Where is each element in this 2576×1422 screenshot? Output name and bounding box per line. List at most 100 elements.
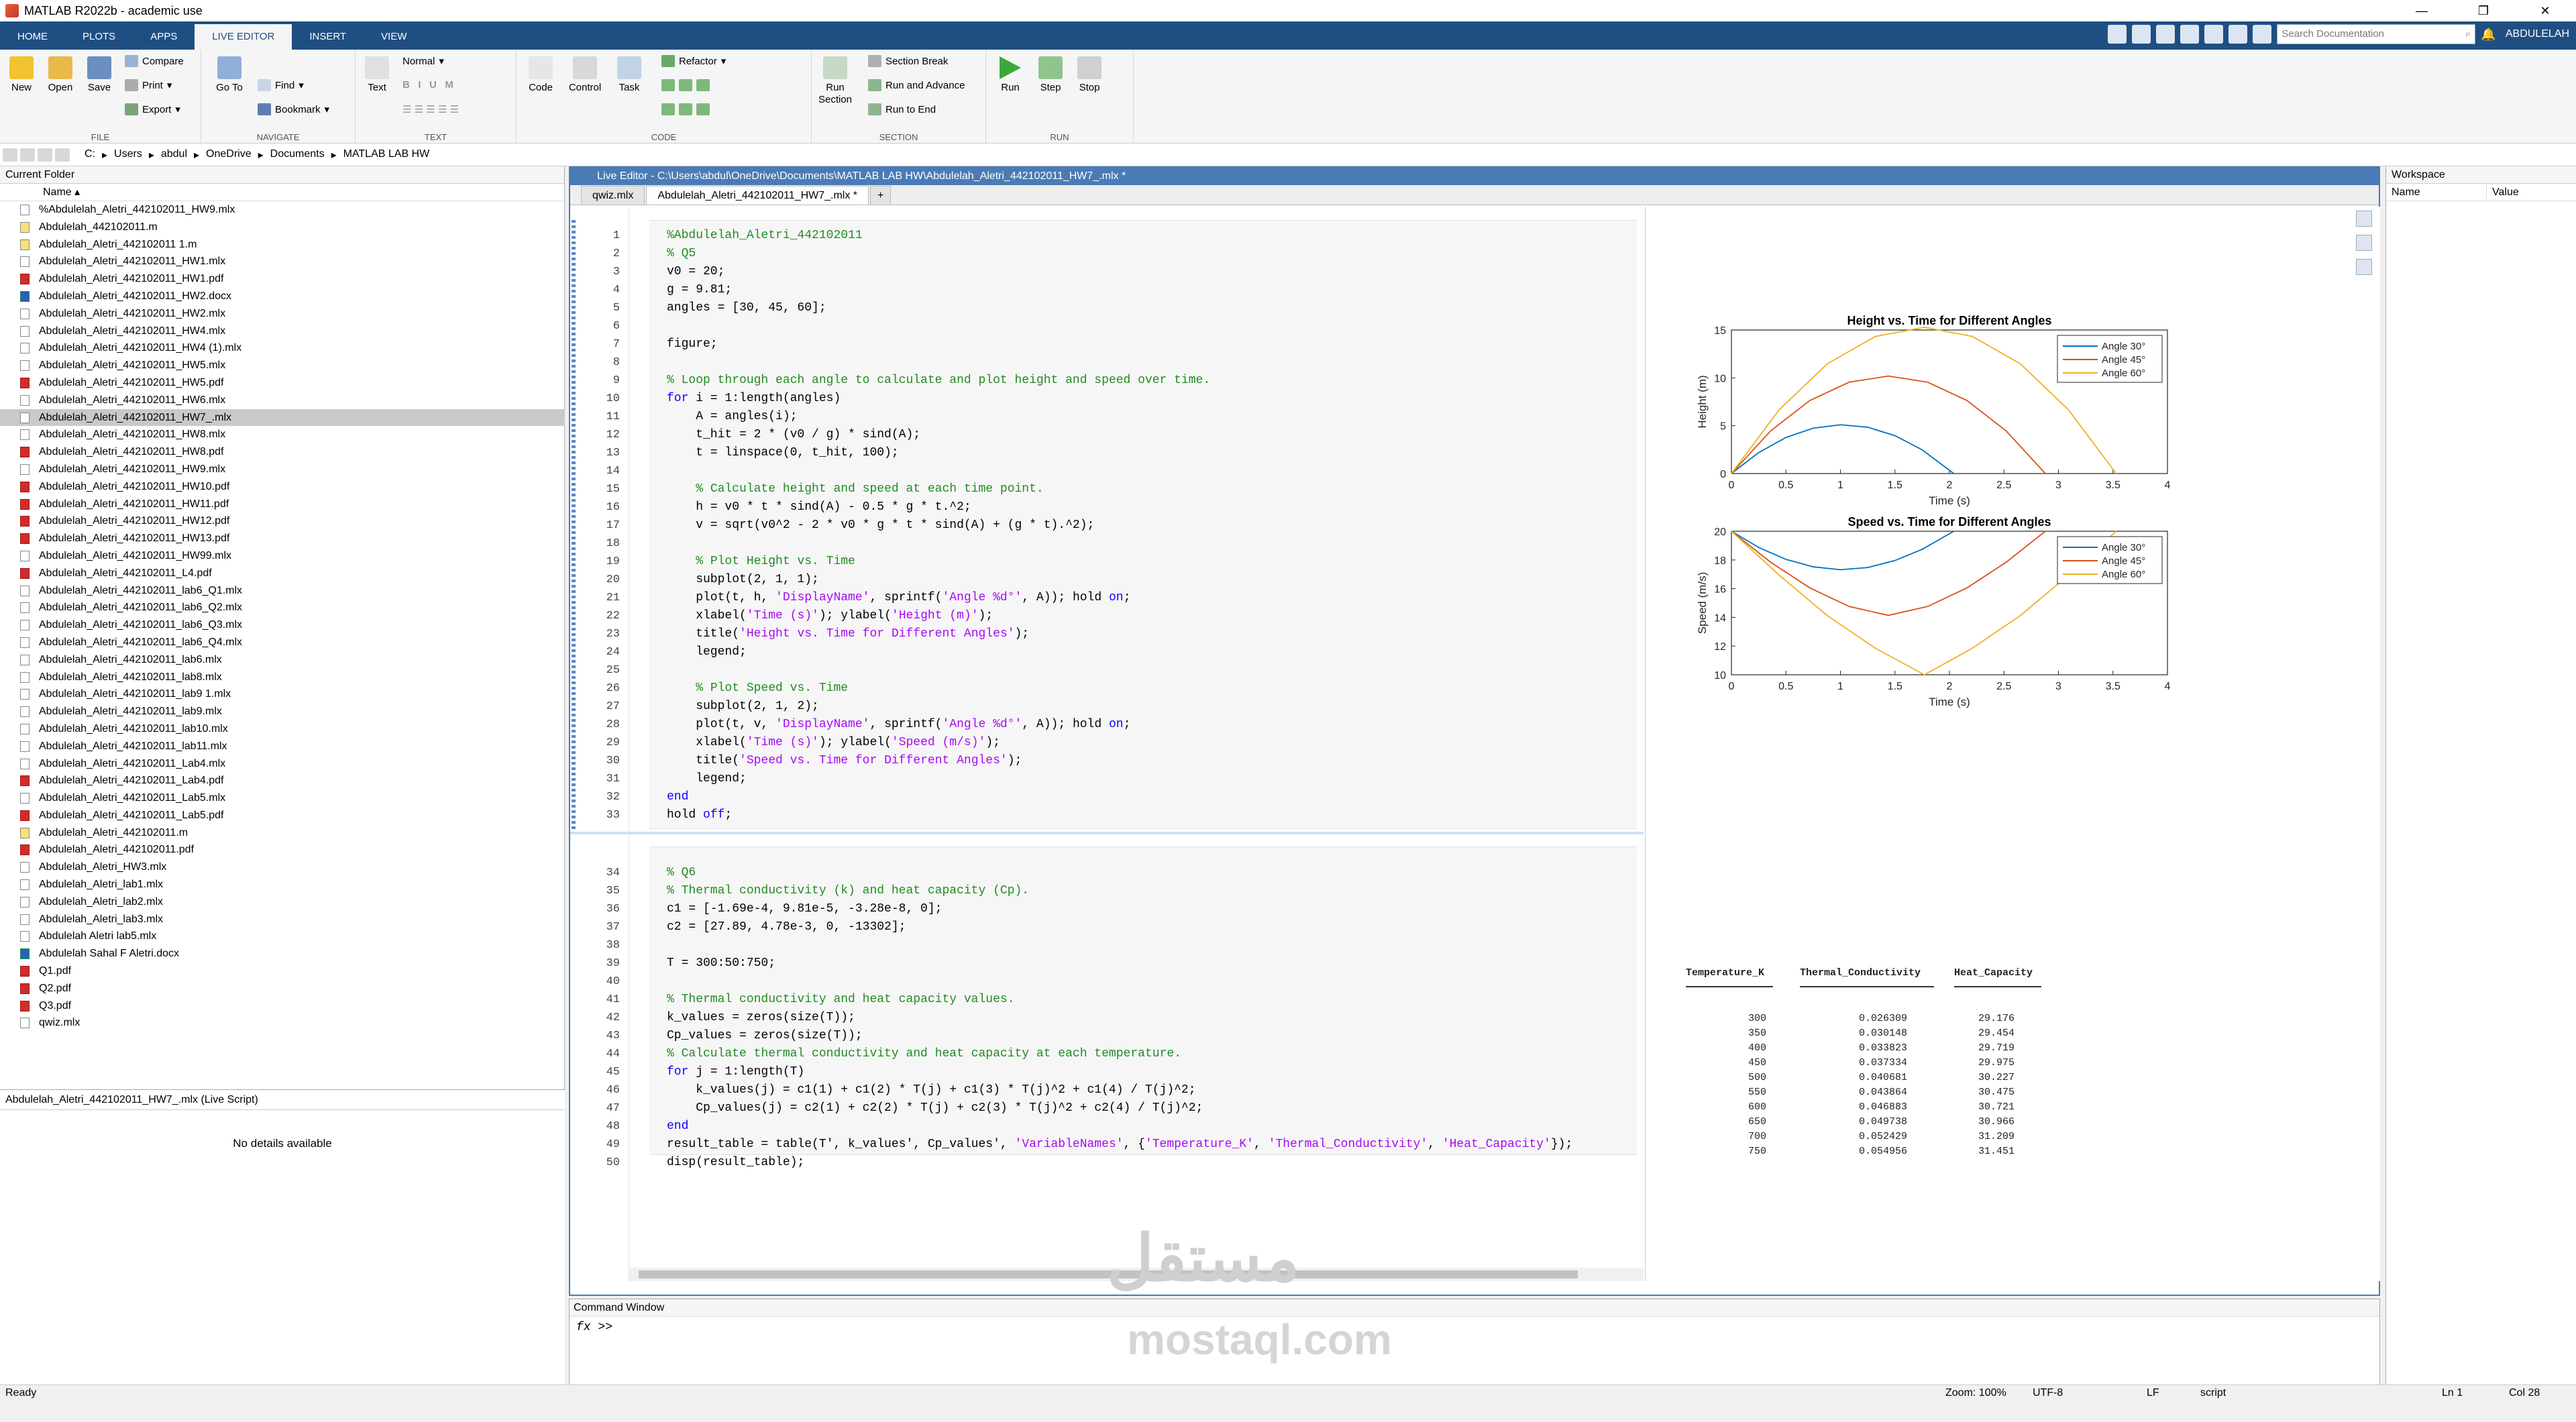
help-icon[interactable] [2253, 25, 2272, 44]
code-line[interactable]: v0 = 20; [667, 263, 724, 281]
list-item[interactable]: Abdulelah_Aletri_442102011_Lab5.mlx [0, 789, 565, 807]
code-line[interactable]: xlabel('Time (s)'); ylabel('Speed (m/s)'… [667, 734, 1000, 752]
user-account[interactable]: ABDULELAH [2506, 28, 2569, 40]
list-item[interactable]: Abdulelah_Aletri_442102011_lab10.mlx [0, 720, 565, 738]
list-item[interactable]: Abdulelah_Aletri_442102011_lab6_Q2.mlx [0, 599, 565, 616]
quick-cut-icon[interactable] [2132, 25, 2151, 44]
breadcrumb-item[interactable]: OneDrive [199, 148, 258, 162]
code-line[interactable]: result_table = table(T', k_values', Cp_v… [667, 1136, 1572, 1154]
up-folder-icon[interactable] [38, 148, 52, 162]
tab-apps[interactable]: APPS [133, 24, 195, 50]
code-line[interactable]: legend; [667, 643, 747, 661]
code-line[interactable]: % Q5 [667, 245, 696, 263]
run-button[interactable]: Run [993, 56, 1028, 94]
save-button[interactable]: Save [82, 56, 117, 94]
code-line[interactable]: A = angles(i); [667, 408, 797, 426]
list-item[interactable]: qwiz.mlx [0, 1014, 565, 1032]
print-button[interactable]: Print ▾ [125, 79, 172, 91]
refactor-button[interactable]: Refactor ▾ [661, 55, 726, 67]
indent-buttons[interactable] [661, 103, 710, 115]
list-item[interactable]: Abdulelah_Aletri_442102011_HW10.pdf [0, 478, 565, 496]
code-line[interactable]: % Q6 [667, 864, 696, 882]
code-line[interactable]: t_hit = 2 * (v0 / g) * sind(A); [667, 426, 920, 444]
list-item[interactable]: Abdulelah_Aletri_442102011_lab9.mlx [0, 703, 565, 720]
code-line[interactable]: % Thermal conductivity and heat capacity… [667, 991, 1014, 1009]
list-item[interactable]: Abdulelah Sahal F Aletri.docx [0, 945, 565, 963]
code-line[interactable]: %Abdulelah_Aletri_442102011 [667, 227, 863, 245]
breadcrumb-item[interactable]: Documents [264, 148, 331, 162]
list-item[interactable]: Abdulelah_Aletri_442102011 1.m [0, 236, 565, 254]
name-column-header[interactable]: Name [2386, 184, 2487, 201]
list-item[interactable]: Abdulelah_Aletri_442102011_HW1.pdf [0, 270, 565, 288]
code-line[interactable]: % Calculate thermal conductivity and hea… [667, 1045, 1181, 1063]
back-arrow-icon[interactable] [3, 148, 17, 162]
list-item[interactable]: Abdulelah_Aletri_442102011_HW4.mlx [0, 323, 565, 340]
list-item[interactable]: Abdulelah_Aletri_lab1.mlx [0, 876, 565, 893]
list-item[interactable]: Abdulelah_Aletri_lab2.mlx [0, 893, 565, 911]
code-line[interactable]: T = 300:50:750; [667, 954, 775, 973]
figure-output[interactable]: Height vs. Time for Different Angles Time… [1646, 207, 2381, 743]
minimize-button[interactable]: — [2391, 0, 2453, 21]
section-break-button[interactable]: Section Break [868, 55, 948, 67]
control-button[interactable]: Control [564, 56, 606, 94]
list-item[interactable]: Abdulelah_Aletri_442102011.m [0, 824, 565, 842]
code-line[interactable]: legend; [667, 770, 747, 788]
code-line[interactable]: angles = [30, 45, 60]; [667, 299, 826, 317]
step-button[interactable]: Step [1033, 56, 1068, 94]
quick-redo-icon[interactable] [2229, 25, 2248, 44]
run-section-button[interactable]: Run Section [814, 56, 856, 106]
output-inline-icon[interactable] [2356, 235, 2372, 251]
list-item[interactable]: Abdulelah_Aletri_442102011_lab6.mlx [0, 651, 565, 669]
list-item[interactable]: Abdulelah_Aletri_442102011_HW2.mlx [0, 305, 565, 323]
list-item[interactable]: Abdulelah_Aletri_442102011_HW9.mlx [0, 461, 565, 478]
tab-plots[interactable]: PLOTS [65, 24, 133, 50]
code-line[interactable]: title('Speed vs. Time for Different Angl… [667, 752, 1022, 770]
code-line[interactable]: for i = 1:length(angles) [667, 390, 841, 408]
bookmark-button[interactable]: Bookmark ▾ [258, 103, 329, 115]
goto-button[interactable]: Go To [212, 56, 247, 94]
list-item[interactable]: Abdulelah_Aletri_442102011_Lab4.pdf [0, 772, 565, 789]
breadcrumb-item[interactable]: abdul [154, 148, 194, 162]
code-line[interactable]: % Plot Height vs. Time [667, 553, 855, 571]
list-item[interactable]: Q1.pdf [0, 963, 565, 980]
list-item[interactable]: Abdulelah_Aletri_442102011_lab6_Q3.mlx [0, 616, 565, 634]
new-tab-button[interactable]: + [870, 186, 892, 205]
compare-button[interactable]: Compare [125, 55, 184, 67]
quick-save-icon[interactable] [2108, 25, 2127, 44]
find-button[interactable]: Find ▾ [258, 79, 304, 91]
list-item[interactable]: Abdulelah_Aletri_442102011_HW6.mlx [0, 392, 565, 409]
list-item[interactable]: Abdulelah_Aletri_442102011.pdf [0, 841, 565, 859]
breadcrumb-item[interactable]: C: [78, 148, 102, 162]
code-line[interactable]: figure; [667, 335, 718, 353]
export-button[interactable]: Export ▾ [125, 103, 180, 115]
forward-arrow-icon[interactable] [20, 148, 35, 162]
list-item[interactable]: Abdulelah_Aletri_HW3.mlx [0, 859, 565, 876]
output-right-icon[interactable] [2356, 211, 2372, 227]
list-item[interactable]: Abdulelah_Aletri_442102011_HW11.pdf [0, 496, 565, 513]
open-button[interactable]: Open [43, 56, 78, 94]
run-to-end-button[interactable]: Run to End [868, 103, 936, 115]
stop-button[interactable]: Stop [1072, 56, 1107, 94]
code-line[interactable]: t = linspace(0, t_hit, 100); [667, 444, 898, 462]
code-line[interactable]: % Loop through each angle to calculate a… [667, 372, 1210, 390]
code-line[interactable]: % Thermal conductivity (k) and heat capa… [667, 882, 1029, 900]
name-column-header[interactable]: Name ▴ [0, 184, 565, 201]
search-documentation-input[interactable]: Search Documentation ⌕ [2277, 24, 2476, 44]
code-line[interactable]: % Plot Speed vs. Time [667, 679, 848, 698]
code-line[interactable]: plot(t, h, 'DisplayName', sprintf('Angle… [667, 589, 1130, 607]
list-item[interactable]: Abdulelah_Aletri_442102011_HW5.pdf [0, 374, 565, 392]
list-item[interactable]: Abdulelah Aletri lab5.mlx [0, 928, 565, 945]
code-line[interactable]: end [667, 1117, 688, 1136]
style-dropdown[interactable]: Normal ▾ [402, 55, 444, 68]
code-line[interactable]: k_values(j) = c1(1) + c1(2) * T(j) + c1(… [667, 1081, 1195, 1099]
quick-copy-icon[interactable] [2156, 25, 2176, 44]
code-line[interactable]: plot(t, v, 'DisplayName', sprintf('Angle… [667, 716, 1130, 734]
new-button[interactable]: New [4, 56, 39, 94]
list-item[interactable]: Abdulelah_Aletri_442102011_HW8.pdf [0, 443, 565, 461]
list-item[interactable]: Abdulelah_Aletri_442102011_HW12.pdf [0, 512, 565, 530]
list-align-buttons[interactable]: ☰ ☰ ☰ ☰ ☰ [402, 103, 459, 115]
list-item[interactable]: %Abdulelah_Aletri_442102011_HW9.mlx [0, 201, 565, 219]
code-line[interactable]: end [667, 788, 688, 806]
list-item[interactable]: Abdulelah_Aletri_442102011_HW13.pdf [0, 530, 565, 547]
list-item[interactable]: Abdulelah_Aletri_lab3.mlx [0, 911, 565, 928]
